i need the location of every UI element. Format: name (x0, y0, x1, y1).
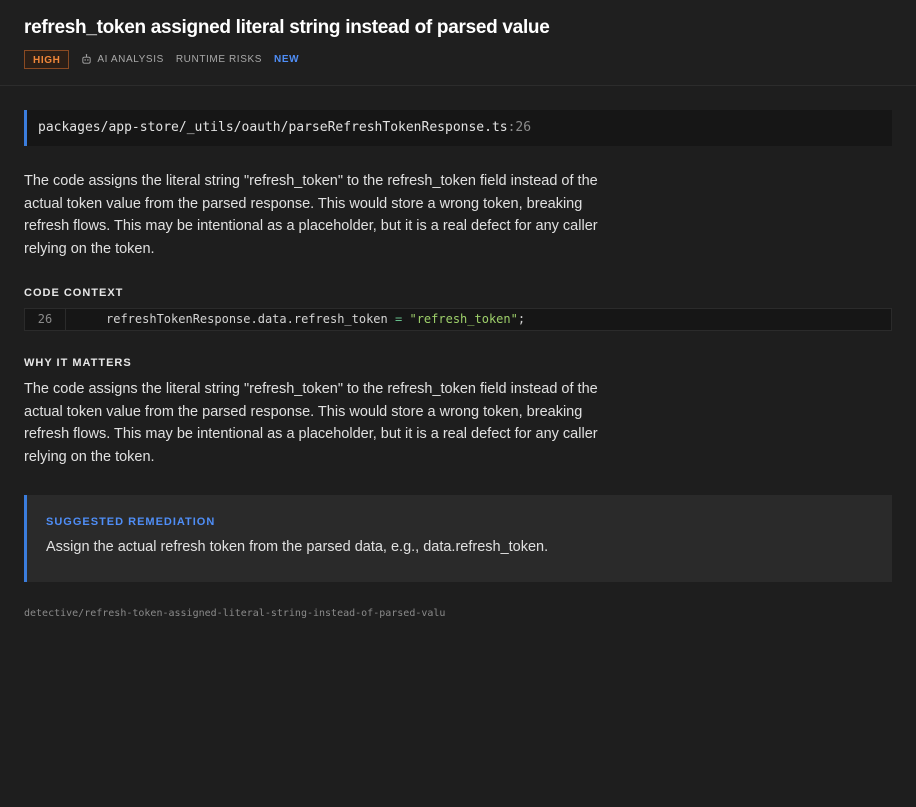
finding-description: The code assigns the literal string "ref… (24, 173, 598, 257)
ai-analysis-label: AI ANALYSIS (97, 54, 164, 65)
finding-tags: HIGH AI ANALYSIS RUNTIME RISKS NEW (24, 49, 892, 70)
code-operator: = (395, 312, 403, 326)
finding-body: packages/app-store/_utils/oauth/parseRef… (0, 86, 916, 619)
file-path: packages/app-store/_utils/oauth/parseRef… (38, 120, 508, 135)
code-context-heading: CODE CONTEXT (24, 287, 124, 299)
file-line-number: :26 (507, 120, 532, 135)
code-line-number: 26 (25, 309, 66, 330)
finding-slug: detective/refresh-token-assigned-literal… (24, 608, 446, 619)
code-snippet: 26 refreshTokenResponse.data.refresh_tok… (24, 308, 892, 331)
remediation-text: Assign the actual refresh token from the… (46, 539, 549, 555)
code-line: refreshTokenResponse.data.refresh_token … (66, 309, 525, 330)
why-it-matters-heading: WHY IT MATTERS (24, 357, 132, 369)
code-string-literal: "refresh_token" (409, 312, 518, 326)
remediation-heading: SUGGESTED REMEDIATION (46, 516, 216, 528)
why-it-matters-text: The code assigns the literal string "ref… (24, 381, 598, 465)
ai-analysis-tag: AI ANALYSIS (81, 54, 163, 65)
file-location[interactable]: packages/app-store/_utils/oauth/parseRef… (24, 110, 892, 146)
category-tag: RUNTIME RISKS (175, 54, 262, 65)
remediation-panel: SUGGESTED REMEDIATION Assign the actual … (24, 495, 892, 582)
status-new-tag: NEW (274, 54, 300, 65)
severity-badge: HIGH (24, 50, 70, 69)
finding-header: refresh_token assigned literal string in… (0, 0, 916, 86)
code-lhs: refreshTokenResponse.data.refresh_token (106, 312, 388, 326)
robot-icon (82, 54, 92, 64)
code-terminator: ; (517, 312, 526, 326)
finding-title: refresh_token assigned literal string in… (24, 17, 550, 38)
